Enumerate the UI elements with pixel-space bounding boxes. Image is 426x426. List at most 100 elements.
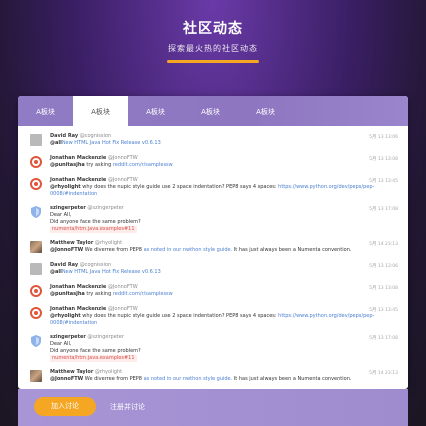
mention-link[interactable]: @JonnoFTW — [50, 376, 83, 382]
message-text: It has just always been a Numenta conven… — [232, 247, 352, 253]
page-subtitle: 探索最火热的社区动态 — [168, 44, 258, 53]
feed-author: szingerpeter @szingerpeter — [50, 205, 400, 212]
mention-link[interactable]: @rhyolight — [50, 313, 81, 319]
community-panel: A板块 A板块 A板块 A板块 A板块 David Ray @cognissio… — [18, 96, 408, 389]
author-handle[interactable]: @JonnoFTW — [108, 155, 138, 161]
feed-author: David Ray @cognission — [50, 133, 400, 140]
message-link[interactable]: as noted in our nwthon style guide. — [144, 247, 233, 253]
join-discussion-button[interactable]: 加入讨论 — [34, 397, 96, 416]
author-name[interactable]: David Ray — [50, 133, 78, 139]
author-name[interactable]: szingerpeter — [50, 334, 86, 340]
author-handle[interactable]: @JonnoFTW — [108, 284, 138, 290]
message-link[interactable]: New HTML Java Hot Fix Release v0.6.13 — [62, 269, 161, 275]
feed-timestamp: 5月 14 23:13 — [369, 242, 398, 247]
feed-message: @JonnoFTW We diverree from PEP8 as noted… — [50, 376, 400, 383]
mention-link[interactable]: @punitasjha — [50, 291, 85, 297]
author-name[interactable]: David Ray — [50, 262, 78, 268]
tab-section-1[interactable]: A板块 — [18, 96, 73, 126]
message-link[interactable]: as noted in our nwthon style guide. — [144, 376, 233, 382]
author-name[interactable]: Jonathan Mackenzie — [50, 177, 106, 183]
author-handle[interactable]: @cognission — [80, 133, 111, 139]
message-link[interactable]: New HTML Java Hot Fix Release v0.6.13 — [62, 140, 161, 146]
author-name[interactable]: Matthew Taylor — [50, 369, 93, 375]
feed-author: Jonathan Mackenzie @JonnoFTW — [50, 155, 400, 162]
author-handle[interactable]: @rhyolight — [95, 240, 122, 246]
ring-avatar-icon[interactable] — [30, 285, 42, 297]
message-text: Did anyone face the same problem? — [50, 219, 141, 225]
feed-item: Jonathan Mackenzie @JonnoFTW @punitasjha … — [18, 152, 408, 174]
author-name[interactable]: szingerpeter — [50, 205, 86, 211]
message-text: Dear All, — [50, 341, 72, 347]
feed-item: David Ray @cognission @allNew HTML Java H… — [18, 130, 408, 152]
author-handle[interactable]: @cognission — [80, 262, 111, 268]
feed-item: David Ray @cognission @allNew HTML Java H… — [18, 259, 408, 281]
ring-avatar-icon[interactable] — [30, 307, 42, 319]
author-handle[interactable]: @JonnoFTW — [108, 306, 138, 312]
author-name[interactable]: Jonathan Mackenzie — [50, 284, 106, 290]
issue-reference[interactable]: numenta/htm.java.examples#11 — [50, 226, 137, 233]
message-text: why does the nupic style guide use 2 spa… — [80, 313, 279, 319]
author-name[interactable]: Jonathan Mackenzie — [50, 155, 106, 161]
message-text: try asking — [84, 162, 113, 168]
tab-section-3[interactable]: A板块 — [128, 96, 183, 126]
feed-timestamp: 5月 13 13:45 — [369, 308, 398, 313]
tab-section-2[interactable]: A板块 — [73, 96, 128, 126]
message-link[interactable]: reddit.com/r/samplessw — [113, 291, 173, 297]
feed-author: Jonathan Mackenzie @JonnoFTW — [50, 177, 400, 184]
feed-timestamp: 5月 13 13:08 — [369, 286, 398, 291]
photo-avatar-icon[interactable] — [30, 241, 42, 253]
author-handle[interactable]: @rhyolight — [95, 369, 122, 375]
feed-author: Matthew Taylor @rhyolight — [50, 369, 400, 376]
feed-item: Matthew Taylor @rhyolight @JonnoFTW We di… — [18, 366, 408, 388]
author-handle[interactable]: @JonnoFTW — [108, 177, 138, 183]
mention-link[interactable]: @all — [50, 269, 62, 275]
message-text: Did anyone face the same problem? — [50, 348, 141, 354]
feed-message: @punitasjha try asking reddit.com/r/samp… — [50, 291, 400, 298]
issue-reference[interactable]: numenta/htm.java.examples#11 — [50, 355, 137, 362]
feed-message: @rhyolight why does the nupic style guid… — [50, 313, 400, 327]
shield-avatar-icon[interactable] — [30, 206, 42, 218]
message-text: why does the nupic style guide use 2 spa… — [80, 184, 279, 190]
feed-author: David Ray @cognission — [50, 262, 400, 269]
photo-avatar-icon[interactable] — [30, 370, 42, 382]
author-handle[interactable]: @szingerpeter — [87, 334, 123, 340]
feed-author: Matthew Taylor @rhyolight — [50, 240, 400, 247]
author-name[interactable]: Matthew Taylor — [50, 240, 93, 246]
feed-message: Did anyone face the same problem? — [50, 348, 400, 355]
feed-timestamp: 5月 13 13:45 — [369, 179, 398, 184]
register-discuss-link[interactable]: 注册并讨论 — [110, 402, 145, 412]
tab-section-5[interactable]: A板块 — [238, 96, 293, 126]
feed-timestamp: 5月 14 23:13 — [369, 371, 398, 376]
tab-section-4[interactable]: A板块 — [183, 96, 238, 126]
footer-bar: 加入讨论 注册并讨论 — [18, 389, 408, 426]
mention-link[interactable]: @all — [50, 140, 62, 146]
message-text: Dear All, — [50, 212, 72, 218]
page-title: 社区动态 — [183, 21, 243, 37]
ring-avatar-icon[interactable] — [30, 178, 42, 190]
feed-item: Jonathan Mackenzie @JonnoFTW @rhyolight w… — [18, 303, 408, 331]
feed-message: @allNew HTML Java Hot Fix Release v0.6.1… — [50, 140, 400, 147]
grey-avatar-icon[interactable] — [30, 134, 42, 146]
feed-item: Jonathan Mackenzie @JonnoFTW @rhyolight w… — [18, 174, 408, 202]
shield-avatar-icon[interactable] — [30, 335, 42, 347]
feed-author: Jonathan Mackenzie @JonnoFTW — [50, 284, 400, 291]
feed-timestamp: 5月 13 13:06 — [369, 135, 398, 140]
mention-link[interactable]: @JonnoFTW — [50, 247, 83, 253]
ring-avatar-icon[interactable] — [30, 156, 42, 168]
feed-timestamp: 5月 13 13:06 — [369, 264, 398, 269]
feed-message: @JonnoFTW We diverree from PEP8 as noted… — [50, 247, 400, 254]
feed-author: szingerpeter @szingerpeter — [50, 334, 400, 341]
grey-avatar-icon[interactable] — [30, 263, 42, 275]
message-link[interactable]: reddit.com/r/samplessw — [113, 162, 173, 168]
feed-message: Did anyone face the same problem? — [50, 219, 400, 226]
activity-feed[interactable]: David Ray @cognission @allNew HTML Java H… — [18, 130, 408, 389]
feed-item: szingerpeter @szingerpeter Dear All, Did a… — [18, 202, 408, 237]
message-text: It has just always been a Numenta conven… — [232, 376, 352, 382]
message-text: We diverree from PEP8 — [83, 247, 144, 253]
author-handle[interactable]: @szingerpeter — [87, 205, 123, 211]
mention-link[interactable]: @punitasjha — [50, 162, 85, 168]
mention-link[interactable]: @rhyolight — [50, 184, 81, 190]
message-text: We diverree from PEP8 — [83, 376, 144, 382]
hero-header: 社区动态 探索最火热的社区动态 — [0, 0, 426, 100]
author-name[interactable]: Jonathan Mackenzie — [50, 306, 106, 312]
